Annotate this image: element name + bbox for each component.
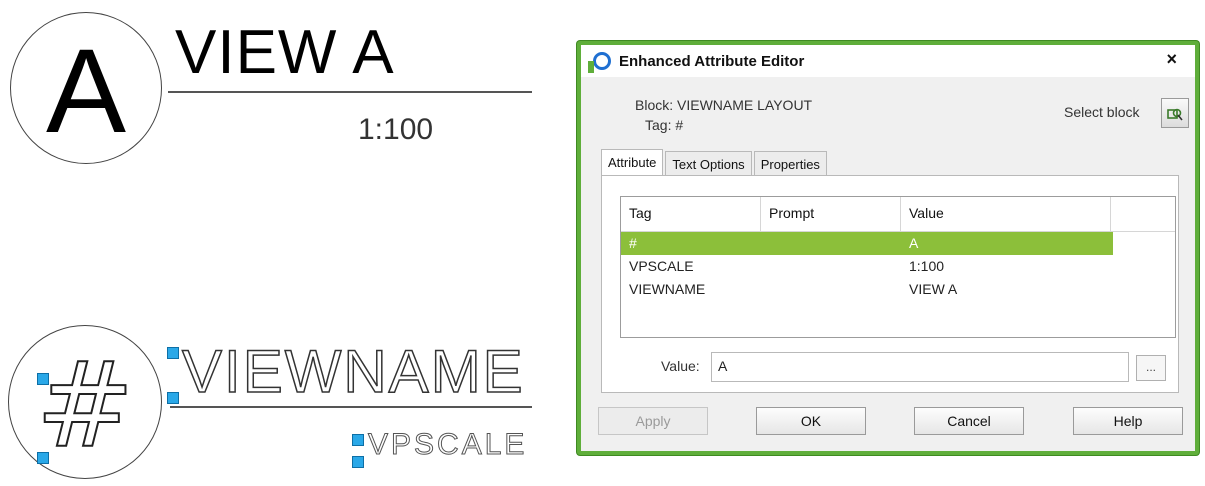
cell-tag: VIEWNAME <box>629 281 706 297</box>
attribute-bubble-tag: # <box>35 336 136 474</box>
value-browse-button[interactable]: ... <box>1136 355 1166 381</box>
cell-value: VIEW A <box>909 281 958 297</box>
attribute-bubble[interactable]: # <box>8 325 162 479</box>
column-header-prompt[interactable]: Prompt <box>761 197 901 231</box>
value-label: Value: <box>661 358 700 374</box>
ok-button[interactable]: OK <box>756 407 866 435</box>
select-block-button[interactable] <box>1161 98 1189 128</box>
dialog-titlebar[interactable]: Enhanced Attribute Editor × <box>581 45 1195 77</box>
vpscale-attribute-text[interactable]: VPSCALE <box>367 429 527 460</box>
grid-header: Tag Prompt Value <box>621 197 1175 232</box>
view-bubble-a: A <box>10 12 162 164</box>
cell-prompt <box>761 255 901 278</box>
grip-handle[interactable] <box>167 347 179 359</box>
app-logo-icon <box>588 52 611 73</box>
select-block-label: Select block <box>1064 104 1140 120</box>
cell-tag: VPSCALE <box>629 258 694 274</box>
enhanced-attribute-editor-dialog: Enhanced Attribute Editor × Block: VIEWN… <box>577 41 1199 455</box>
tag-label: Tag: # <box>645 117 684 133</box>
cell-tag: # <box>629 235 637 251</box>
grip-handle[interactable] <box>352 434 364 446</box>
grip-handle[interactable] <box>167 392 179 404</box>
cell-prompt <box>761 232 901 255</box>
view-title-underline <box>168 91 532 93</box>
attribute-grid: Tag Prompt Value # A VPSCALE 1:100 VIEWN… <box>620 196 1176 338</box>
help-button[interactable]: Help <box>1073 407 1183 435</box>
tab-attribute[interactable]: Attribute <box>601 149 664 177</box>
cell-value: 1:100 <box>909 258 945 274</box>
column-header-tag[interactable]: Tag <box>621 197 761 231</box>
view-bubble-letter: A <box>45 24 127 158</box>
cad-drawing-canvas: A VIEW A 1:100 # VIEWNAME VPSCALE <box>0 0 560 486</box>
cell-value: A <box>909 235 919 251</box>
cell-prompt <box>761 278 901 301</box>
select-block-icon <box>1167 108 1183 121</box>
close-button[interactable]: × <box>1166 49 1177 70</box>
column-header-value[interactable]: Value <box>901 197 1111 231</box>
value-input[interactable]: A <box>711 352 1129 382</box>
block-info: Block: VIEWNAME LAYOUT Tag: # <box>635 95 812 135</box>
table-row[interactable]: VPSCALE 1:100 <box>621 255 1175 278</box>
viewname-attribute-text[interactable]: VIEWNAME <box>181 341 525 403</box>
grip-handle[interactable] <box>37 452 49 464</box>
view-scale-text: 1:100 <box>358 113 434 146</box>
grip-handle[interactable] <box>352 456 364 468</box>
attribute-title-underline <box>170 406 532 408</box>
cancel-button[interactable]: Cancel <box>914 407 1024 435</box>
grip-handle[interactable] <box>37 373 49 385</box>
apply-button[interactable]: Apply <box>598 407 708 435</box>
block-name-label: Block: VIEWNAME LAYOUT <box>635 97 813 113</box>
table-row[interactable]: VIEWNAME VIEW A <box>621 278 1175 301</box>
view-title-text: VIEW A <box>175 18 395 87</box>
dialog-title: Enhanced Attribute Editor <box>619 52 805 70</box>
table-row[interactable]: # A <box>621 232 1113 255</box>
